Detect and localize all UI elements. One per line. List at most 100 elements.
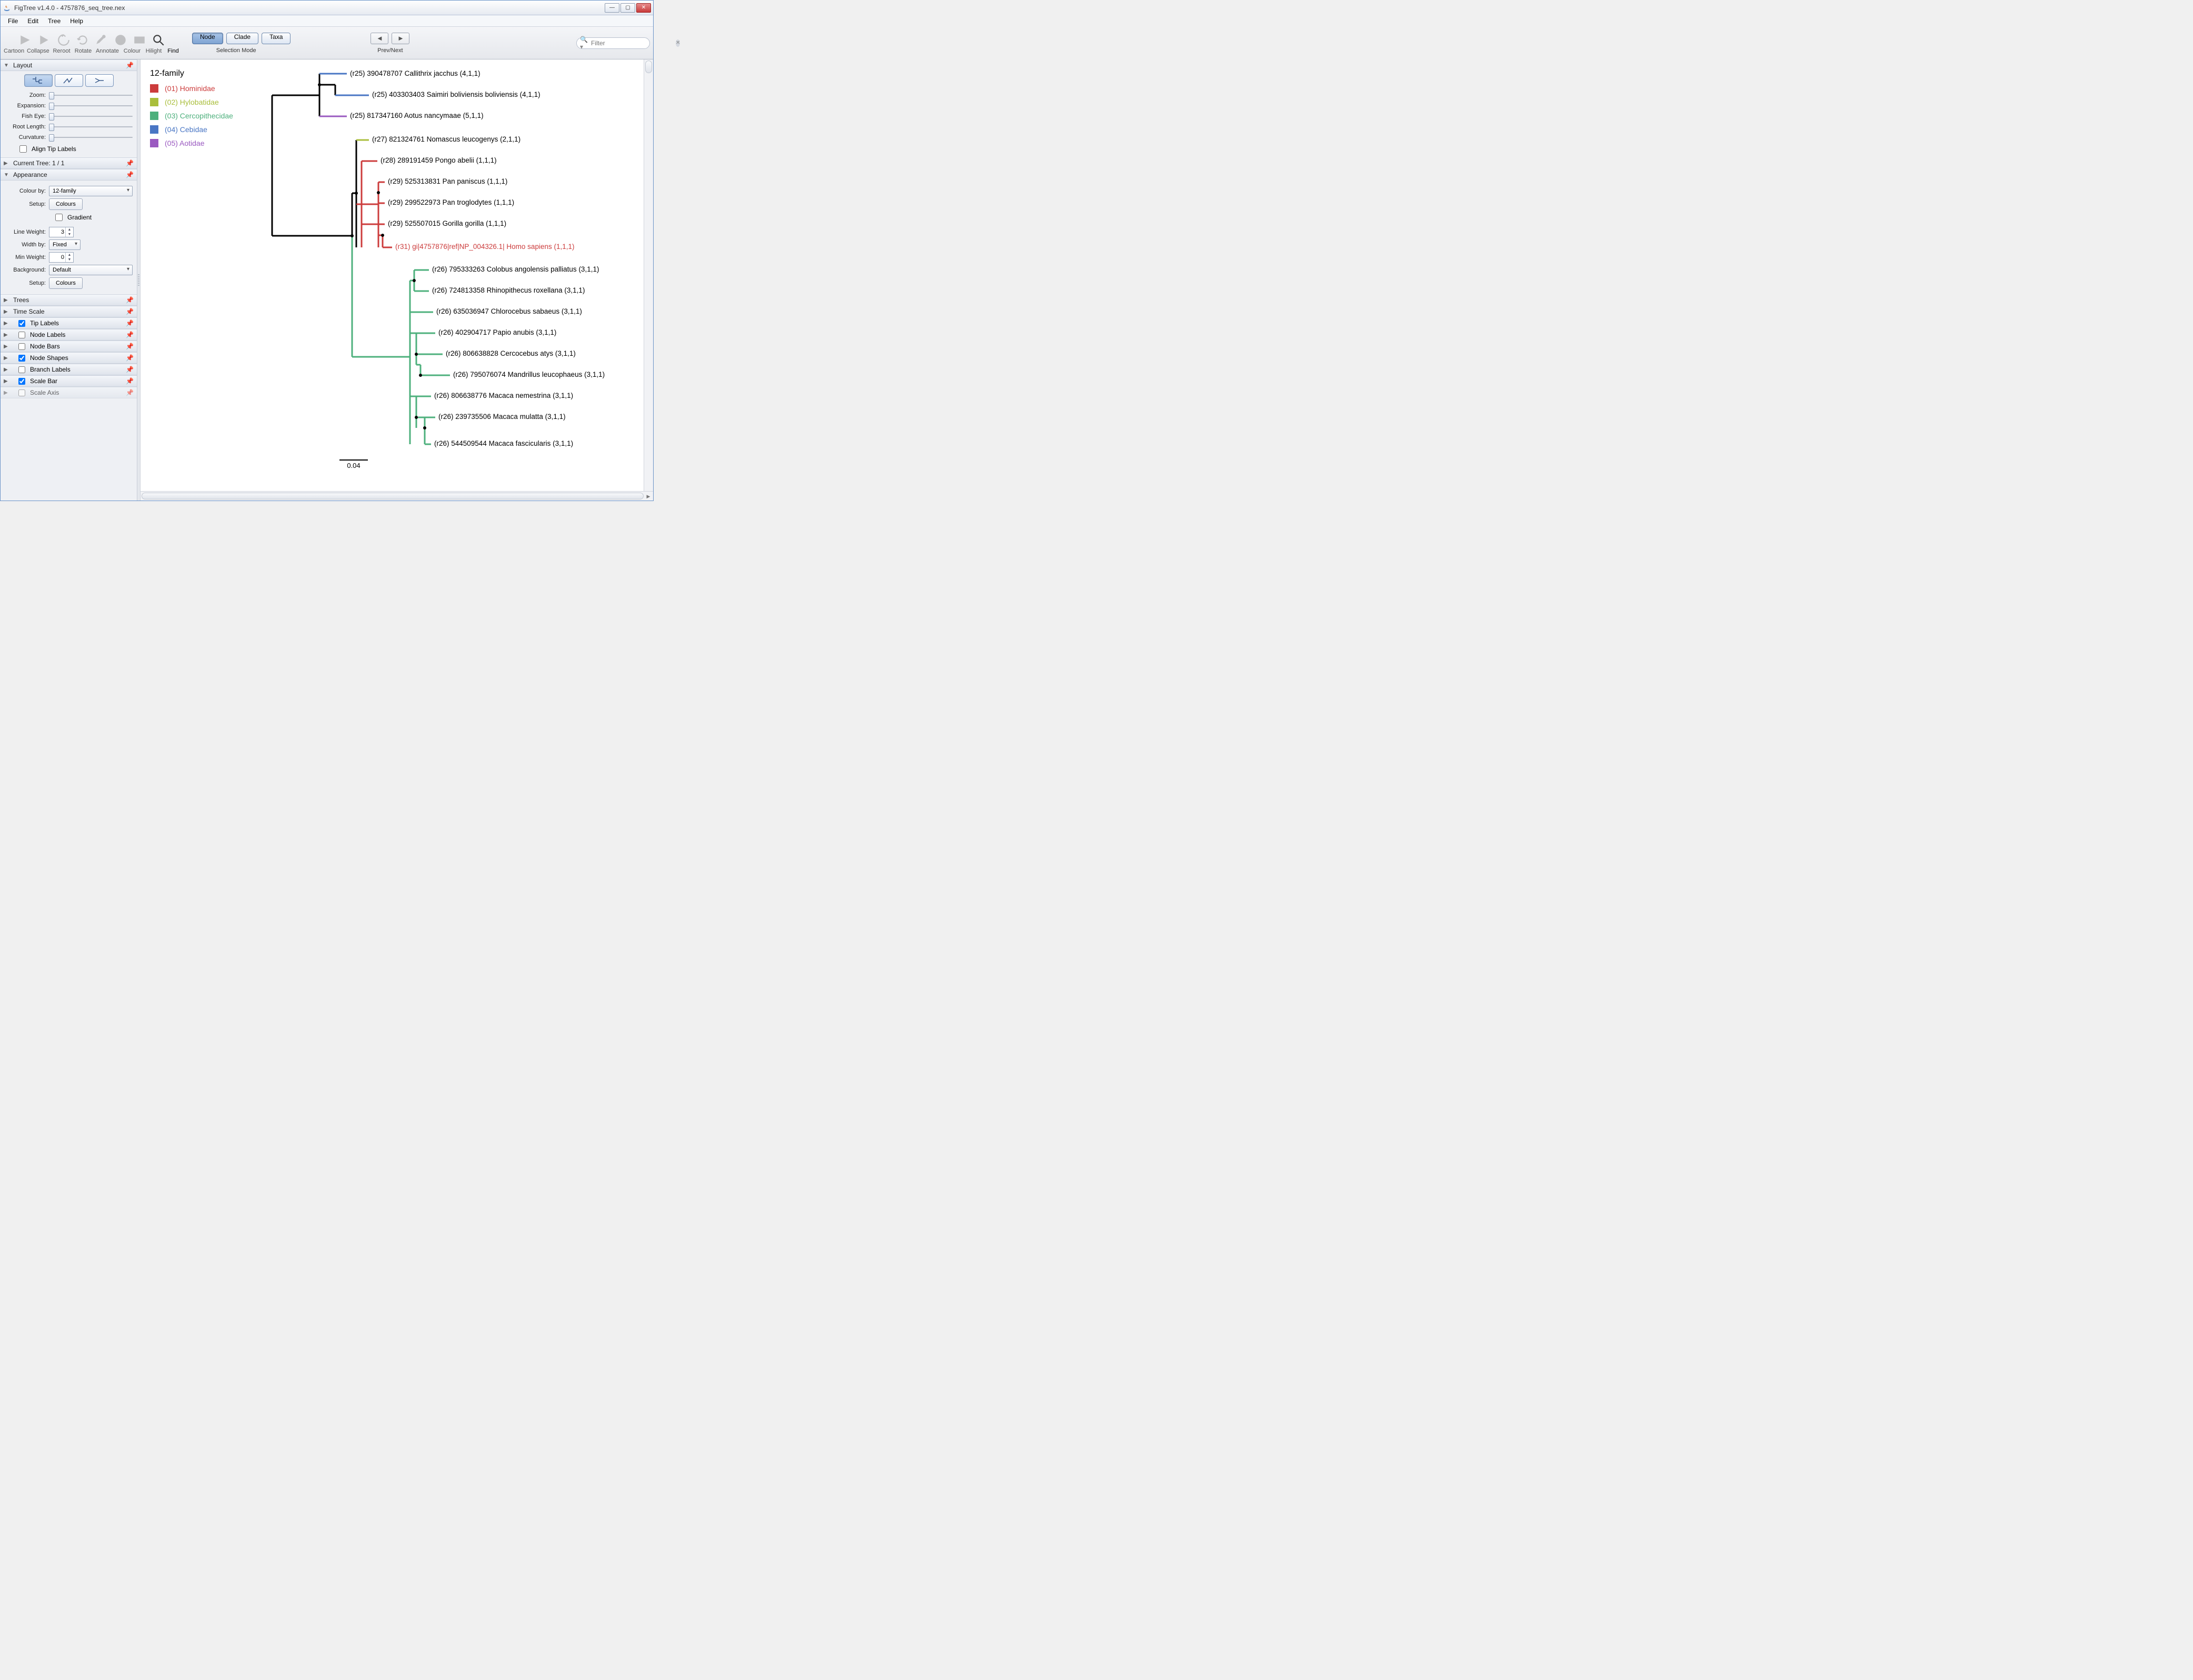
filter-box: 🔍▾ ✕ [576, 37, 650, 49]
cartoon-icon[interactable] [18, 32, 34, 48]
body: ▼ Layout 📌 Zoom: Expansion: Fish Eye: Ro… [1, 59, 653, 501]
tip-label[interactable]: (r26) 806638828 Cercocebus atys (3,1,1) [446, 349, 576, 357]
pin-icon[interactable]: 📌 [126, 171, 134, 178]
pin-icon[interactable]: 📌 [126, 62, 134, 69]
tip-label[interactable]: (r26) 795076074 Mandrillus leucophaeus (… [453, 371, 605, 378]
menu-edit[interactable]: Edit [23, 16, 43, 26]
tip-label[interactable]: (r25) 817347160 Aotus nancymaae (5,1,1) [350, 112, 484, 119]
tip-label[interactable]: (r26) 795333263 Colobus angolensis palli… [432, 265, 599, 273]
panel-branchlabels-head[interactable]: ▶Branch Labels📌 [1, 364, 137, 375]
panel-layout-title: Layout [13, 62, 123, 69]
tip-label[interactable]: (r26) 806638776 Macaca nemestrina (3,1,1… [434, 392, 573, 399]
reroot-icon[interactable] [56, 32, 72, 48]
minweight-spin[interactable]: ▲▼ [49, 252, 74, 263]
background-select[interactable]: Default [49, 265, 133, 275]
lbl-annotate: Annotate [95, 48, 119, 54]
lineweight-spin[interactable]: ▲▼ [49, 227, 74, 237]
rotate-icon[interactable] [75, 32, 91, 48]
tree-svg [141, 59, 646, 491]
nodeshapes-title: Node Shapes [30, 354, 68, 362]
align-tip-check[interactable] [19, 145, 27, 153]
expansion-slider[interactable] [49, 102, 133, 110]
panel-trees-head[interactable]: ▶Trees📌 [1, 294, 137, 306]
appearance-title: Appearance [13, 171, 123, 178]
panel-nodebars-head[interactable]: ▶Node Bars📌 [1, 341, 137, 352]
clear-filter-icon[interactable]: ✕ [676, 39, 680, 47]
tip-label[interactable]: (r27) 821324761 Nomascus leucogenys (2,1… [372, 135, 520, 143]
tip-label[interactable]: (r26) 239735506 Macaca mulatta (3,1,1) [438, 413, 566, 421]
colourby-select[interactable]: 12-family [49, 186, 133, 196]
panel-scalebar-head[interactable]: ▶Scale Bar📌 [1, 375, 137, 387]
tip-label[interactable]: (r26) 724813358 Rhinopithecus roxellana … [432, 286, 585, 294]
branchlabels-check[interactable] [18, 366, 25, 373]
zoom-slider[interactable] [49, 91, 133, 99]
rootlen-slider[interactable] [49, 123, 133, 131]
prev-button[interactable]: ◄ [370, 33, 388, 44]
panel-nodeshapes-head[interactable]: ▶Node Shapes📌 [1, 352, 137, 364]
find-icon[interactable] [151, 32, 166, 48]
search-icon: 🔍▾ [580, 36, 588, 51]
seg-taxa[interactable]: Taxa [262, 33, 291, 44]
hilight-icon[interactable] [132, 32, 147, 48]
lbl-collapse: Collapse [27, 48, 49, 54]
tip-label[interactable]: (r26) 635036947 Chlorocebus sabaeus (3,1… [436, 307, 582, 315]
widthby-select[interactable]: Fixed [49, 239, 81, 250]
layout-rectangular[interactable] [24, 74, 53, 87]
tip-label[interactable]: (r31) gi|4757876|ref|NP_004326.1| Homo s… [395, 243, 574, 251]
colours-button2[interactable]: Colours [49, 277, 83, 289]
tip-label[interactable]: (r29) 299522973 Pan troglodytes (1,1,1) [388, 198, 514, 206]
maximize-button[interactable]: ▢ [620, 3, 635, 13]
seg-node[interactable]: Node [192, 33, 223, 44]
panel-tiplabels-head[interactable]: ▶Tip Labels📌 [1, 317, 137, 329]
scaleaxis-check[interactable] [18, 389, 25, 396]
vscrollbar[interactable] [644, 59, 653, 491]
tip-label[interactable]: (r28) 289191459 Pongo abelii (1,1,1) [380, 156, 497, 164]
menu-file[interactable]: File [4, 16, 22, 26]
annotate-icon[interactable] [94, 32, 109, 48]
titlebar: FigTree v1.4.0 - 4757876_seq_tree.nex — … [1, 1, 653, 15]
panel-current-tree-head[interactable]: ▶ Current Tree: 1 / 1 📌 [1, 157, 137, 169]
scalebar-check[interactable] [18, 378, 25, 385]
pin-icon[interactable]: 📌 [126, 159, 134, 167]
tiplabels-check[interactable] [18, 320, 25, 327]
menu-tree[interactable]: Tree [44, 16, 65, 26]
layout-radial[interactable] [85, 74, 114, 87]
minimize-button[interactable]: — [605, 3, 619, 13]
fisheye-label: Fish Eye: [5, 113, 46, 119]
window-title: FigTree v1.4.0 - 4757876_seq_tree.nex [14, 4, 605, 12]
tip-label[interactable]: (r26) 402904717 Papio anubis (3,1,1) [438, 328, 556, 336]
panel-layout-head[interactable]: ▼ Layout 📌 [1, 59, 137, 71]
tip-label[interactable]: (r29) 525507015 Gorilla gorilla (1,1,1) [388, 219, 506, 227]
hscrollbar[interactable]: ▶ [141, 491, 653, 501]
panel-appearance-head[interactable]: ▼ Appearance 📌 [1, 169, 137, 181]
filter-input[interactable] [590, 39, 674, 47]
tip-label[interactable]: (r25) 403303403 Saimiri boliviensis boli… [372, 91, 540, 98]
nodeshapes-check[interactable] [18, 355, 25, 362]
tip-label[interactable]: (r29) 525313831 Pan paniscus (1,1,1) [388, 177, 507, 185]
nodelabels-check[interactable] [18, 332, 25, 338]
panel-scaleaxis-head[interactable]: ▶Scale Axis📌 [1, 387, 137, 398]
lbl-cartoon: Cartoon [4, 48, 24, 54]
colours-button[interactable]: Colours [49, 198, 83, 210]
colour-icon[interactable] [113, 32, 128, 48]
nodebars-check[interactable] [18, 343, 25, 350]
tip-label[interactable]: (r26) 544509544 Macaca fascicularis (3,1… [434, 439, 573, 447]
panel-timescale-head[interactable]: ▶Time Scale📌 [1, 306, 137, 317]
layout-polar[interactable] [55, 74, 83, 87]
tip-label[interactable]: (r25) 390478707 Callithrix jacchus (4,1,… [350, 69, 480, 77]
seg-clade[interactable]: Clade [226, 33, 258, 44]
collapse-icon[interactable] [37, 32, 53, 48]
panel-nodelabels-head[interactable]: ▶Node Labels📌 [1, 329, 137, 341]
close-button[interactable]: ✕ [636, 3, 651, 13]
next-button[interactable]: ► [392, 33, 409, 44]
curvature-label: Curvature: [5, 134, 46, 141]
chevron-down-icon: ▼ [4, 172, 10, 178]
curvature-slider[interactable] [49, 133, 133, 142]
scalebar-title: Scale Bar [30, 377, 57, 385]
background-label: Background: [5, 267, 46, 273]
scaleaxis-title: Scale Axis [30, 389, 59, 396]
fisheye-slider[interactable] [49, 112, 133, 121]
tree-canvas[interactable]: 12-family (01) Hominidae(02) Hylobatidae… [141, 59, 653, 491]
gradient-check[interactable] [55, 214, 63, 221]
menu-help[interactable]: Help [66, 16, 87, 26]
